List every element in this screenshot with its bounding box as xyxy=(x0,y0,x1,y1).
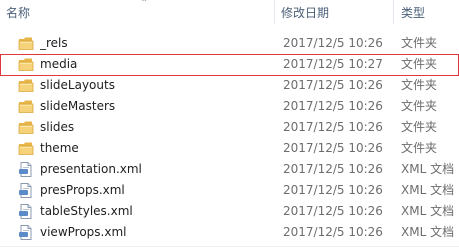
file-row[interactable]: tableStyles.xml 2017/12/5 10:26 XML 文档 xyxy=(0,201,459,222)
file-name[interactable]: viewProps.xml xyxy=(40,222,126,243)
column-divider[interactable] xyxy=(274,0,275,24)
folder-icon xyxy=(18,120,34,135)
folder-icon xyxy=(18,57,34,72)
column-header-bar: ⌃ 名称 修改日期 类型 xyxy=(0,0,459,24)
modified-date: 2017/12/5 10:26 xyxy=(283,120,383,134)
folder-row[interactable]: _rels 2017/12/5 10:26 文件夹 xyxy=(0,33,459,54)
folder-row[interactable]: slideMasters 2017/12/5 10:26 文件夹 xyxy=(0,96,459,117)
column-header-type[interactable]: 类型 xyxy=(401,0,425,24)
folder-row[interactable]: media 2017/12/5 10:27 文件夹 xyxy=(0,54,459,76)
modified-date: 2017/12/5 10:26 xyxy=(283,183,383,197)
modified-date: 2017/12/5 10:26 xyxy=(283,141,383,155)
modified-date: 2017/12/5 10:26 xyxy=(283,36,383,50)
xml-document-icon xyxy=(18,225,34,240)
folder-icon xyxy=(18,78,34,93)
xml-document-icon xyxy=(18,183,34,198)
file-name[interactable]: slides xyxy=(40,117,74,138)
file-type: 文件夹 xyxy=(401,78,438,92)
modified-date: 2017/12/5 10:26 xyxy=(283,162,383,176)
file-type: XML 文档 xyxy=(401,183,455,197)
folder-row[interactable]: slideLayouts 2017/12/5 10:26 文件夹 xyxy=(0,75,459,96)
xml-document-icon xyxy=(18,162,34,177)
file-name[interactable]: slideMasters xyxy=(40,96,115,117)
modified-date: 2017/12/5 10:26 xyxy=(283,204,383,218)
xml-document-icon xyxy=(18,204,34,219)
file-type: 文件夹 xyxy=(401,99,438,113)
file-type: XML 文档 xyxy=(401,225,455,239)
folder-icon xyxy=(18,36,34,51)
file-type: XML 文档 xyxy=(401,204,455,218)
file-type: 文件夹 xyxy=(401,141,438,155)
file-type: XML 文档 xyxy=(401,162,455,176)
folder-row[interactable]: theme 2017/12/5 10:26 文件夹 xyxy=(0,138,459,159)
file-type: 文件夹 xyxy=(401,36,438,50)
file-list: _rels 2017/12/5 10:26 文件夹 media 2017/12/5 10… xyxy=(0,33,459,243)
file-type: 文件夹 xyxy=(401,57,438,71)
file-name[interactable]: media xyxy=(40,54,77,75)
modified-date: 2017/12/5 10:27 xyxy=(283,57,383,71)
file-row[interactable]: viewProps.xml 2017/12/5 10:26 XML 文档 xyxy=(0,222,459,243)
folder-icon xyxy=(18,141,34,156)
file-row[interactable]: presProps.xml 2017/12/5 10:26 XML 文档 xyxy=(0,180,459,201)
column-header-modified[interactable]: 修改日期 xyxy=(281,0,329,24)
column-header-name[interactable]: 名称 xyxy=(6,0,30,24)
sort-ascending-icon: ⌃ xyxy=(140,0,149,9)
file-row[interactable]: presentation.xml 2017/12/5 10:26 XML 文档 xyxy=(0,159,459,180)
file-type: 文件夹 xyxy=(401,120,438,134)
file-name[interactable]: slideLayouts xyxy=(40,75,115,96)
column-divider[interactable] xyxy=(393,0,394,24)
modified-date: 2017/12/5 10:26 xyxy=(283,99,383,113)
modified-date: 2017/12/5 10:26 xyxy=(283,78,383,92)
modified-date: 2017/12/5 10:26 xyxy=(283,225,383,239)
file-name[interactable]: tableStyles.xml xyxy=(40,201,133,222)
file-name[interactable]: presProps.xml xyxy=(40,180,125,201)
folder-row[interactable]: slides 2017/12/5 10:26 文件夹 xyxy=(0,117,459,138)
file-name[interactable]: _rels xyxy=(40,33,68,54)
file-name[interactable]: presentation.xml xyxy=(40,159,142,180)
file-name[interactable]: theme xyxy=(40,138,79,159)
folder-icon xyxy=(18,99,34,114)
